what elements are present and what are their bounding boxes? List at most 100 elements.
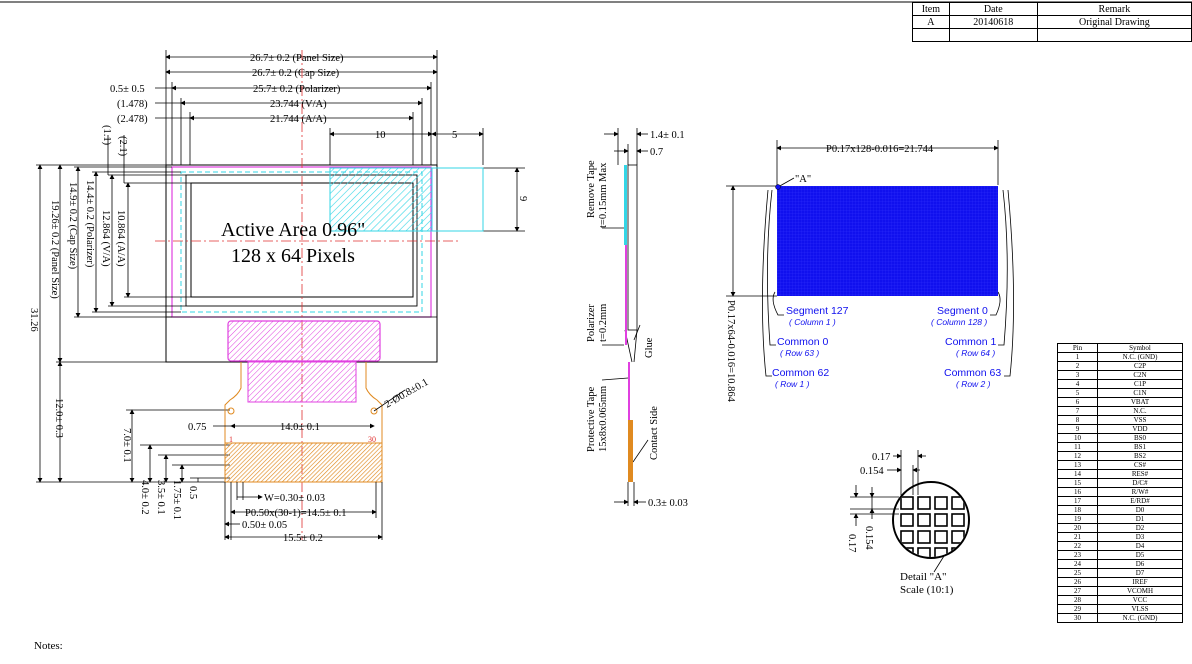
pin-row: 16 R/W# bbox=[1057, 487, 1183, 497]
pin-symbol: C1P bbox=[1097, 379, 1183, 389]
dim-left-4: 4.0± 0.2 bbox=[139, 480, 150, 515]
pin-symbol: CS# bbox=[1097, 460, 1183, 470]
dim-5: 5 bbox=[452, 130, 457, 141]
dim-left-3-5: 3.5± 0.1 bbox=[155, 480, 166, 515]
dim-left-total: 31.26 bbox=[28, 308, 39, 332]
pin-row: 9 VDD bbox=[1057, 424, 1183, 434]
pin-number: 11 bbox=[1057, 442, 1098, 452]
fpc-pitch-span: 14.0± 0.1 bbox=[280, 422, 320, 433]
common-0-label: Common 0 bbox=[777, 336, 829, 348]
remove-tape-label: Remove Tape bbox=[586, 160, 597, 218]
pin-symbol: VLSS bbox=[1097, 604, 1183, 614]
dim-left-2-1: (2.1) bbox=[117, 136, 128, 157]
pin-row: 3 C2N bbox=[1057, 370, 1183, 380]
fpc-thickness: 0.3± 0.03 bbox=[648, 498, 688, 509]
pin-number: 26 bbox=[1057, 577, 1098, 587]
segment-0-label: Segment 0 bbox=[937, 305, 988, 317]
pin-row: 5 C1N bbox=[1057, 388, 1183, 398]
glue-label: Glue bbox=[644, 337, 655, 358]
pin-symbol: C2P bbox=[1097, 361, 1183, 371]
pixel-layout: P0.17x128-0.016=21.744 P0.17x64-0.016=10… bbox=[725, 140, 1014, 403]
revision-cell: A bbox=[912, 15, 950, 29]
pin-symbol: D1 bbox=[1097, 514, 1183, 524]
polarizer-layer bbox=[625, 245, 627, 345]
dim-left-7: 7.0± 0.1 bbox=[121, 428, 132, 463]
fpc-total-width: 15.5± 0.2 bbox=[283, 533, 323, 544]
protective-tape-spec: 15x8x0.065mm bbox=[598, 386, 609, 452]
pin-symbol: N.C. (GND) bbox=[1097, 613, 1183, 623]
common-62-label: Common 62 bbox=[772, 367, 829, 379]
dim-left-1-1: (1.1) bbox=[101, 125, 112, 146]
pin-symbol: VCC bbox=[1097, 595, 1183, 605]
pixels-label: 128 x 64 Pixels bbox=[231, 245, 355, 267]
pin-number: 24 bbox=[1057, 559, 1098, 569]
pin-number: 22 bbox=[1057, 541, 1098, 551]
pixel-width-dim: P0.17x128-0.016=21.744 bbox=[826, 144, 934, 155]
side-glass: 0.7 bbox=[650, 147, 663, 158]
pin-row: 2 C2P bbox=[1057, 361, 1183, 371]
pin-row: 30 N.C. (GND) bbox=[1057, 613, 1183, 623]
dim-va: 23.744 (V/A) bbox=[270, 99, 327, 110]
pin-table: Pin Symbol 1 N.C. (GND) 2 C2P 3 C2N 4 C1P 5 C1N 6 V… bbox=[1057, 343, 1183, 623]
side-thickness: 1.4± 0.1 bbox=[650, 130, 685, 141]
pixel-array bbox=[777, 186, 998, 296]
dim-left-va: 12.864 (V/A) bbox=[100, 210, 111, 267]
pin-symbol: D0 bbox=[1097, 505, 1183, 515]
pin-symbol: D6 bbox=[1097, 559, 1183, 569]
pin-symbol: VSS bbox=[1097, 415, 1183, 425]
symbol-header: Symbol bbox=[1097, 343, 1183, 353]
fpc-left-offset: 0.75 bbox=[188, 422, 206, 433]
dim-left-panel: 19.26± 0.2 (Panel Size) bbox=[49, 200, 60, 299]
fpc-width: W=0.30± 0.03 bbox=[264, 493, 325, 504]
pin-row: 14 RES# bbox=[1057, 469, 1183, 479]
pin-symbol: IREF bbox=[1097, 577, 1183, 587]
pixel-height-dim: P0.17x64-0.016=10.864 bbox=[725, 300, 736, 403]
revision-table: Item Date Remark A 20140618 Original Dra… bbox=[912, 2, 1192, 42]
revision-cell: Original Drawing bbox=[1036, 15, 1192, 29]
dim-cap-size: 26.7± 0.2 (Cap Size) bbox=[252, 68, 340, 79]
pin-row: 21 D3 bbox=[1057, 532, 1183, 542]
detail-a-marker: "A" bbox=[795, 174, 811, 185]
dim-offset-3: (2.478) bbox=[117, 114, 148, 125]
dim-left-1-75: 1.75± 0.1 bbox=[171, 480, 182, 520]
detail-vdim-0-154: 0.154 bbox=[863, 526, 874, 550]
pin-number: 29 bbox=[1057, 604, 1098, 614]
pin-number: 13 bbox=[1057, 460, 1098, 470]
pin-row: 6 VBAT bbox=[1057, 397, 1183, 407]
side-view: 1.4± 0.1 0.7 Remove Tape t=0.15mm Max Po… bbox=[586, 128, 688, 509]
revision-row: A 20140618 Original Drawing bbox=[912, 15, 1192, 29]
ic-chip bbox=[227, 320, 381, 362]
pin-row: 25 D7 bbox=[1057, 568, 1183, 578]
pin-number: 1 bbox=[1057, 352, 1098, 362]
fpc-pin-30: 30 bbox=[368, 435, 376, 444]
pin-row: 29 VLSS bbox=[1057, 604, 1183, 614]
row-64-label: ( Row 64 ) bbox=[956, 348, 995, 358]
column-128-label: ( Column 128 ) bbox=[931, 317, 987, 327]
pin-symbol: R/W# bbox=[1097, 487, 1183, 497]
remove-tape-layer bbox=[624, 165, 627, 245]
dim-aa: 21.744 (A/A) bbox=[270, 114, 327, 125]
fpc-edge: 0.50± 0.05 bbox=[242, 520, 287, 531]
pin-number: 15 bbox=[1057, 478, 1098, 488]
pin-row: 24 D6 bbox=[1057, 559, 1183, 569]
pin-row: 19 D1 bbox=[1057, 514, 1183, 524]
contact-layer bbox=[628, 420, 633, 482]
fpc-hole-left bbox=[227, 407, 235, 415]
pin-number: 12 bbox=[1057, 451, 1098, 461]
revision-cell bbox=[948, 28, 1038, 42]
pin-number: 8 bbox=[1057, 415, 1098, 425]
dim-10: 10 bbox=[375, 130, 386, 141]
pin-symbol: VDD bbox=[1097, 424, 1183, 434]
revision-row bbox=[912, 28, 1192, 42]
pin-row: 17 E/RD# bbox=[1057, 496, 1183, 506]
pin-row: 26 IREF bbox=[1057, 577, 1183, 587]
pin-number: 20 bbox=[1057, 523, 1098, 533]
revision-cell: 20140618 bbox=[948, 15, 1038, 29]
dim-left-fpc-length: 12.0± 0.3 bbox=[53, 398, 64, 438]
pin-header: Pin bbox=[1057, 343, 1098, 353]
pin-symbol: BS1 bbox=[1097, 442, 1183, 452]
dim-panel-size: 26.7± 0.2 (Panel Size) bbox=[250, 53, 344, 64]
pin-row: 4 C1P bbox=[1057, 379, 1183, 389]
detail-a: 0.17 0.154 0.17 0.154 Detail "A" Scale (… bbox=[846, 450, 970, 596]
revision-header-row: Item Date Remark bbox=[912, 2, 1192, 16]
